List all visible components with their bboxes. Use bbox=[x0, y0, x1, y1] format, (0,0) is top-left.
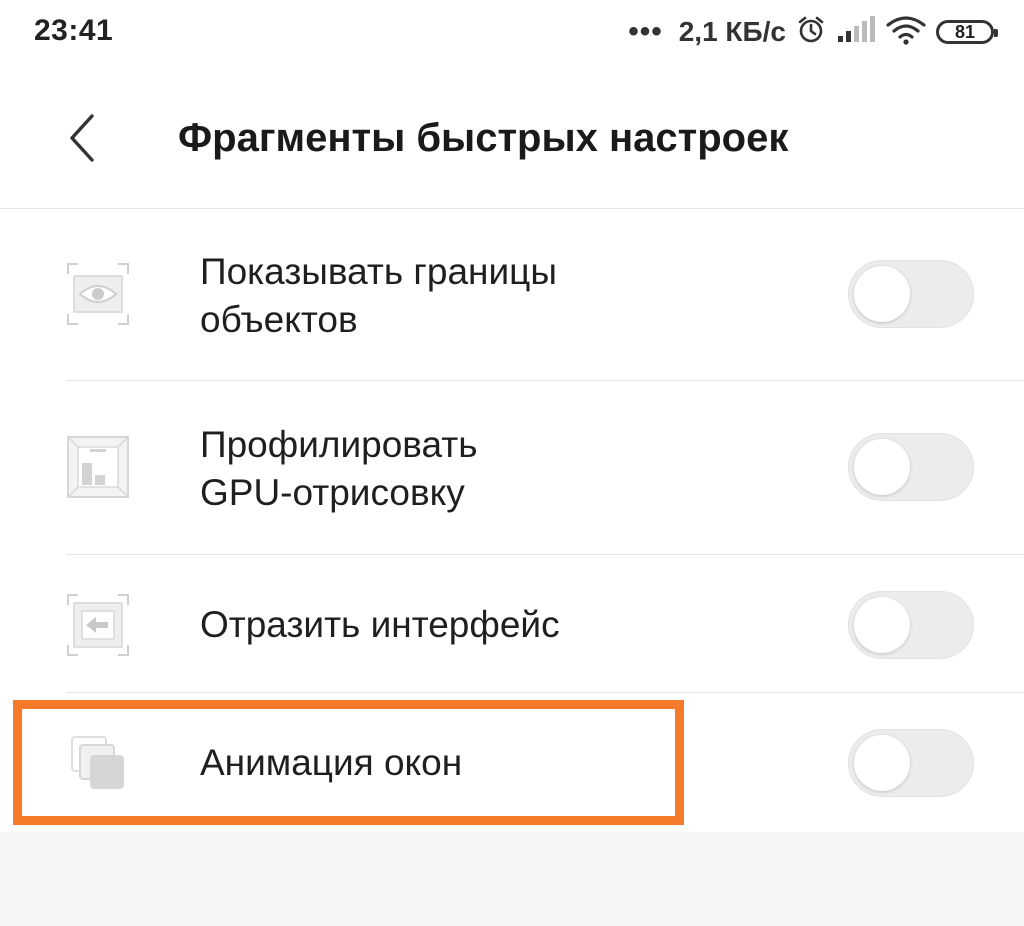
wifi-icon bbox=[886, 15, 926, 50]
item-label: Профилировать GPU-отрисовку bbox=[200, 421, 478, 517]
toggle-knob bbox=[854, 266, 910, 322]
toggle-show-layout-bounds[interactable] bbox=[848, 260, 974, 328]
battery-level: 81 bbox=[954, 21, 976, 42]
toggle-knob bbox=[854, 439, 910, 495]
gpu-profile-icon bbox=[66, 435, 130, 499]
toggle-knob bbox=[854, 735, 910, 791]
toggle-window-animation[interactable] bbox=[848, 729, 974, 797]
status-bar: 23:41 ••• 2,1 КБ/с 81 bbox=[0, 0, 1024, 70]
status-right-group: ••• 2,1 КБ/с 81 bbox=[628, 12, 998, 52]
page-header: Фрагменты быстрых настроек bbox=[0, 70, 1024, 209]
list-item-mirror-interface[interactable]: Отразить интерфейс bbox=[0, 555, 1024, 692]
battery-icon: 81 bbox=[936, 20, 998, 44]
item-label: Показывать границы объектов bbox=[200, 248, 557, 344]
toggle-knob bbox=[854, 597, 910, 653]
item-label-line1: Профилировать bbox=[200, 424, 478, 465]
network-speed: 2,1 КБ/с bbox=[678, 16, 786, 47]
status-time: 23:41 bbox=[34, 14, 114, 47]
highlight-frame bbox=[13, 700, 684, 825]
alarm-icon bbox=[796, 15, 826, 50]
toggle-mirror-interface[interactable] bbox=[848, 591, 974, 659]
item-label: Отразить интерфейс bbox=[200, 604, 560, 645]
more-notifications-icon: ••• bbox=[628, 15, 663, 48]
list-item-show-layout-bounds[interactable]: Показывать границы объектов bbox=[0, 208, 1024, 380]
chevron-left-icon[interactable] bbox=[60, 110, 110, 166]
item-label-line1: Показывать границы bbox=[200, 251, 557, 292]
list-item-profile-gpu[interactable]: Профилировать GPU-отрисовку bbox=[0, 381, 1024, 554]
signal-icon bbox=[836, 15, 876, 49]
item-label-line2: объектов bbox=[200, 299, 358, 340]
item-label-line2: GPU-отрисовку bbox=[200, 472, 465, 513]
page-title: Фрагменты быстрых настроек bbox=[178, 116, 789, 160]
toggle-profile-gpu[interactable] bbox=[848, 433, 974, 501]
eye-frame-icon bbox=[66, 262, 130, 326]
mirror-arrow-icon bbox=[66, 593, 130, 657]
